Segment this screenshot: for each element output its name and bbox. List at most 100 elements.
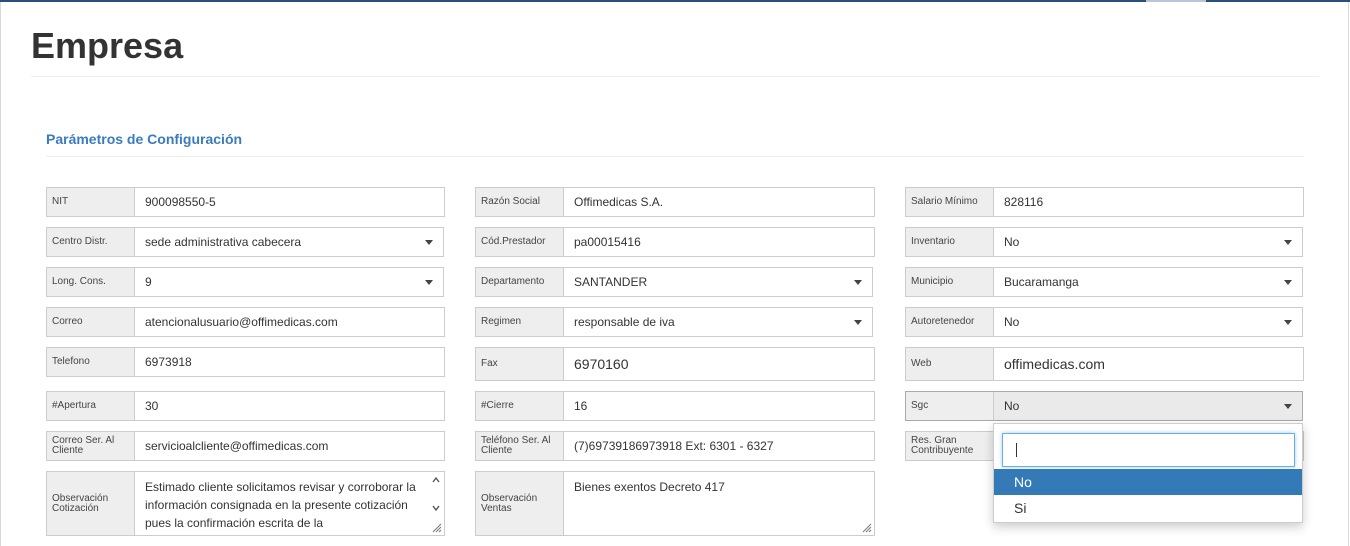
sgc-value: No [1004,399,1020,413]
regimen-select[interactable]: responsable de iva [564,308,872,336]
field-nit: NIT 900098550-5 [46,187,445,217]
razon-social-label: Razón Social [476,188,564,216]
nit-label: NIT [47,188,135,216]
autoretenedor-label: Autoretenedor [906,308,994,336]
top-bar-accent [1146,0,1206,2]
chevron-up-icon[interactable] [432,476,440,484]
res-gran-label: Res. Gran Contribuyente [906,432,994,460]
resize-handle-icon[interactable] [432,523,442,533]
caret-down-icon [425,240,433,245]
sgc-label: Sgc [906,392,994,420]
field-centro-distr: Centro Distr. sede administrativa cabece… [46,227,444,257]
field-web: Web offimedicas.com [905,347,1304,381]
field-telefono-ser: Teléfono Ser. Al Cliente (7)697391869739… [475,431,875,461]
correo-ser-input[interactable]: servicioalcliente@offimedicas.com [135,432,444,460]
inventario-value: No [1004,235,1020,249]
correo-input[interactable]: atencionalusuario@offimedicas.com [135,308,444,336]
departamento-label: Departamento [476,268,564,296]
telefono-label: Telefono [47,348,135,376]
cod-prestador-label: Cód.Prestador [476,228,564,256]
sgc-option-si[interactable]: Si [994,495,1302,521]
sgc-select[interactable]: No [994,392,1302,420]
sgc-option-no[interactable]: No [994,469,1302,495]
field-obs-cotizacion: Observación Cotización Estimado cliente … [46,471,445,536]
text-cursor [1016,443,1017,457]
municipio-value: Bucaramanga [1004,275,1079,289]
obs-cotizacion-textarea[interactable]: Estimado cliente solicitamos revisar y c… [135,472,444,535]
field-municipio: Municipio Bucaramanga [905,267,1303,297]
inventario-label: Inventario [906,228,994,256]
obs-ventas-textarea[interactable]: Bienes exentos Decreto 417 [564,472,874,535]
field-inventario: Inventario No [905,227,1303,257]
field-long-cons: Long. Cons. 9 [46,267,444,297]
caret-down-icon [1284,280,1292,285]
field-obs-ventas: Observación Ventas Bienes exentos Decret… [475,471,875,536]
departamento-value: SANTANDER [574,275,648,289]
field-cierre: #Cierre 16 [475,391,875,421]
regimen-value: responsable de iva [574,315,675,329]
resize-handle-icon[interactable] [862,523,872,533]
field-departamento: Departamento SANTANDER [475,267,873,297]
page-title: Empresa [31,25,184,66]
centro-distr-select[interactable]: sede administrativa cabecera [135,228,443,256]
web-label: Web [906,348,994,380]
field-telefono: Telefono 6973918 [46,347,445,377]
cierre-input[interactable]: 16 [564,392,874,420]
caret-down-icon [1284,240,1292,245]
field-apertura: #Apertura 30 [46,391,445,421]
departamento-select[interactable]: SANTANDER [564,268,872,296]
field-correo-ser: Correo Ser. Al Cliente servicioalcliente… [46,431,445,461]
nit-input[interactable]: 900098550-5 [135,188,444,216]
autoretenedor-value: No [1004,315,1020,329]
sgc-dropdown-search-input[interactable] [1002,433,1295,467]
cierre-label: #Cierre [476,392,564,420]
caret-down-icon [854,320,862,325]
long-cons-value: 9 [145,275,152,289]
correo-ser-label: Correo Ser. Al Cliente [47,432,135,460]
field-fax: Fax 6970160 [475,347,875,381]
web-input[interactable]: offimedicas.com [994,348,1303,380]
title-divider [31,76,1319,77]
field-regimen: Regimen responsable de iva [475,307,873,337]
cod-prestador-input[interactable]: pa00015416 [564,228,874,256]
fax-label: Fax [476,348,564,380]
frame-right-border [1348,2,1349,546]
frame-left-border [0,2,1,546]
caret-down-icon [425,280,433,285]
apertura-label: #Apertura [47,392,135,420]
correo-label: Correo [47,308,135,336]
long-cons-select[interactable]: 9 [135,268,443,296]
razon-social-input[interactable]: Offimedicas S.A. [564,188,874,216]
centro-distr-label: Centro Distr. [47,228,135,256]
caret-down-icon [854,280,862,285]
obs-cotizacion-text: Estimado cliente solicitamos revisar y c… [145,480,416,530]
long-cons-label: Long. Cons. [47,268,135,296]
section-title: Parámetros de Configuración [46,131,243,147]
sgc-dropdown: No Si [993,423,1303,523]
salario-minimo-input[interactable]: 828116 [994,188,1303,216]
field-correo: Correo atencionalusuario@offimedicas.com [46,307,445,337]
municipio-select[interactable]: Bucaramanga [994,268,1302,296]
salario-minimo-label: Salario Mínimo [906,188,994,216]
inventario-select[interactable]: No [994,228,1302,256]
caret-down-icon [1284,320,1292,325]
centro-distr-value: sede administrativa cabecera [145,235,302,249]
apertura-input[interactable]: 30 [135,392,444,420]
telefono-ser-label: Teléfono Ser. Al Cliente [476,432,564,460]
autoretenedor-select[interactable]: No [994,308,1302,336]
field-salario-minimo: Salario Mínimo 828116 [905,187,1304,217]
field-cod-prestador: Cód.Prestador pa00015416 [475,227,875,257]
fax-input[interactable]: 6970160 [564,348,874,380]
regimen-label: Regimen [476,308,564,336]
telefono-input[interactable]: 6973918 [135,348,444,376]
top-bar [0,0,1350,2]
section-divider [46,156,1304,157]
obs-cotizacion-label: Observación Cotización [47,472,135,535]
obs-ventas-label: Observación Ventas [476,472,564,535]
field-razon-social: Razón Social Offimedicas S.A. [475,187,875,217]
caret-down-icon [1284,404,1292,409]
field-autoretenedor: Autoretenedor No [905,307,1303,337]
obs-ventas-text: Bienes exentos Decreto 417 [574,480,725,494]
chevron-down-icon[interactable] [432,504,440,512]
telefono-ser-input[interactable]: (7)69739186973918 Ext: 6301 - 6327 [564,432,874,460]
